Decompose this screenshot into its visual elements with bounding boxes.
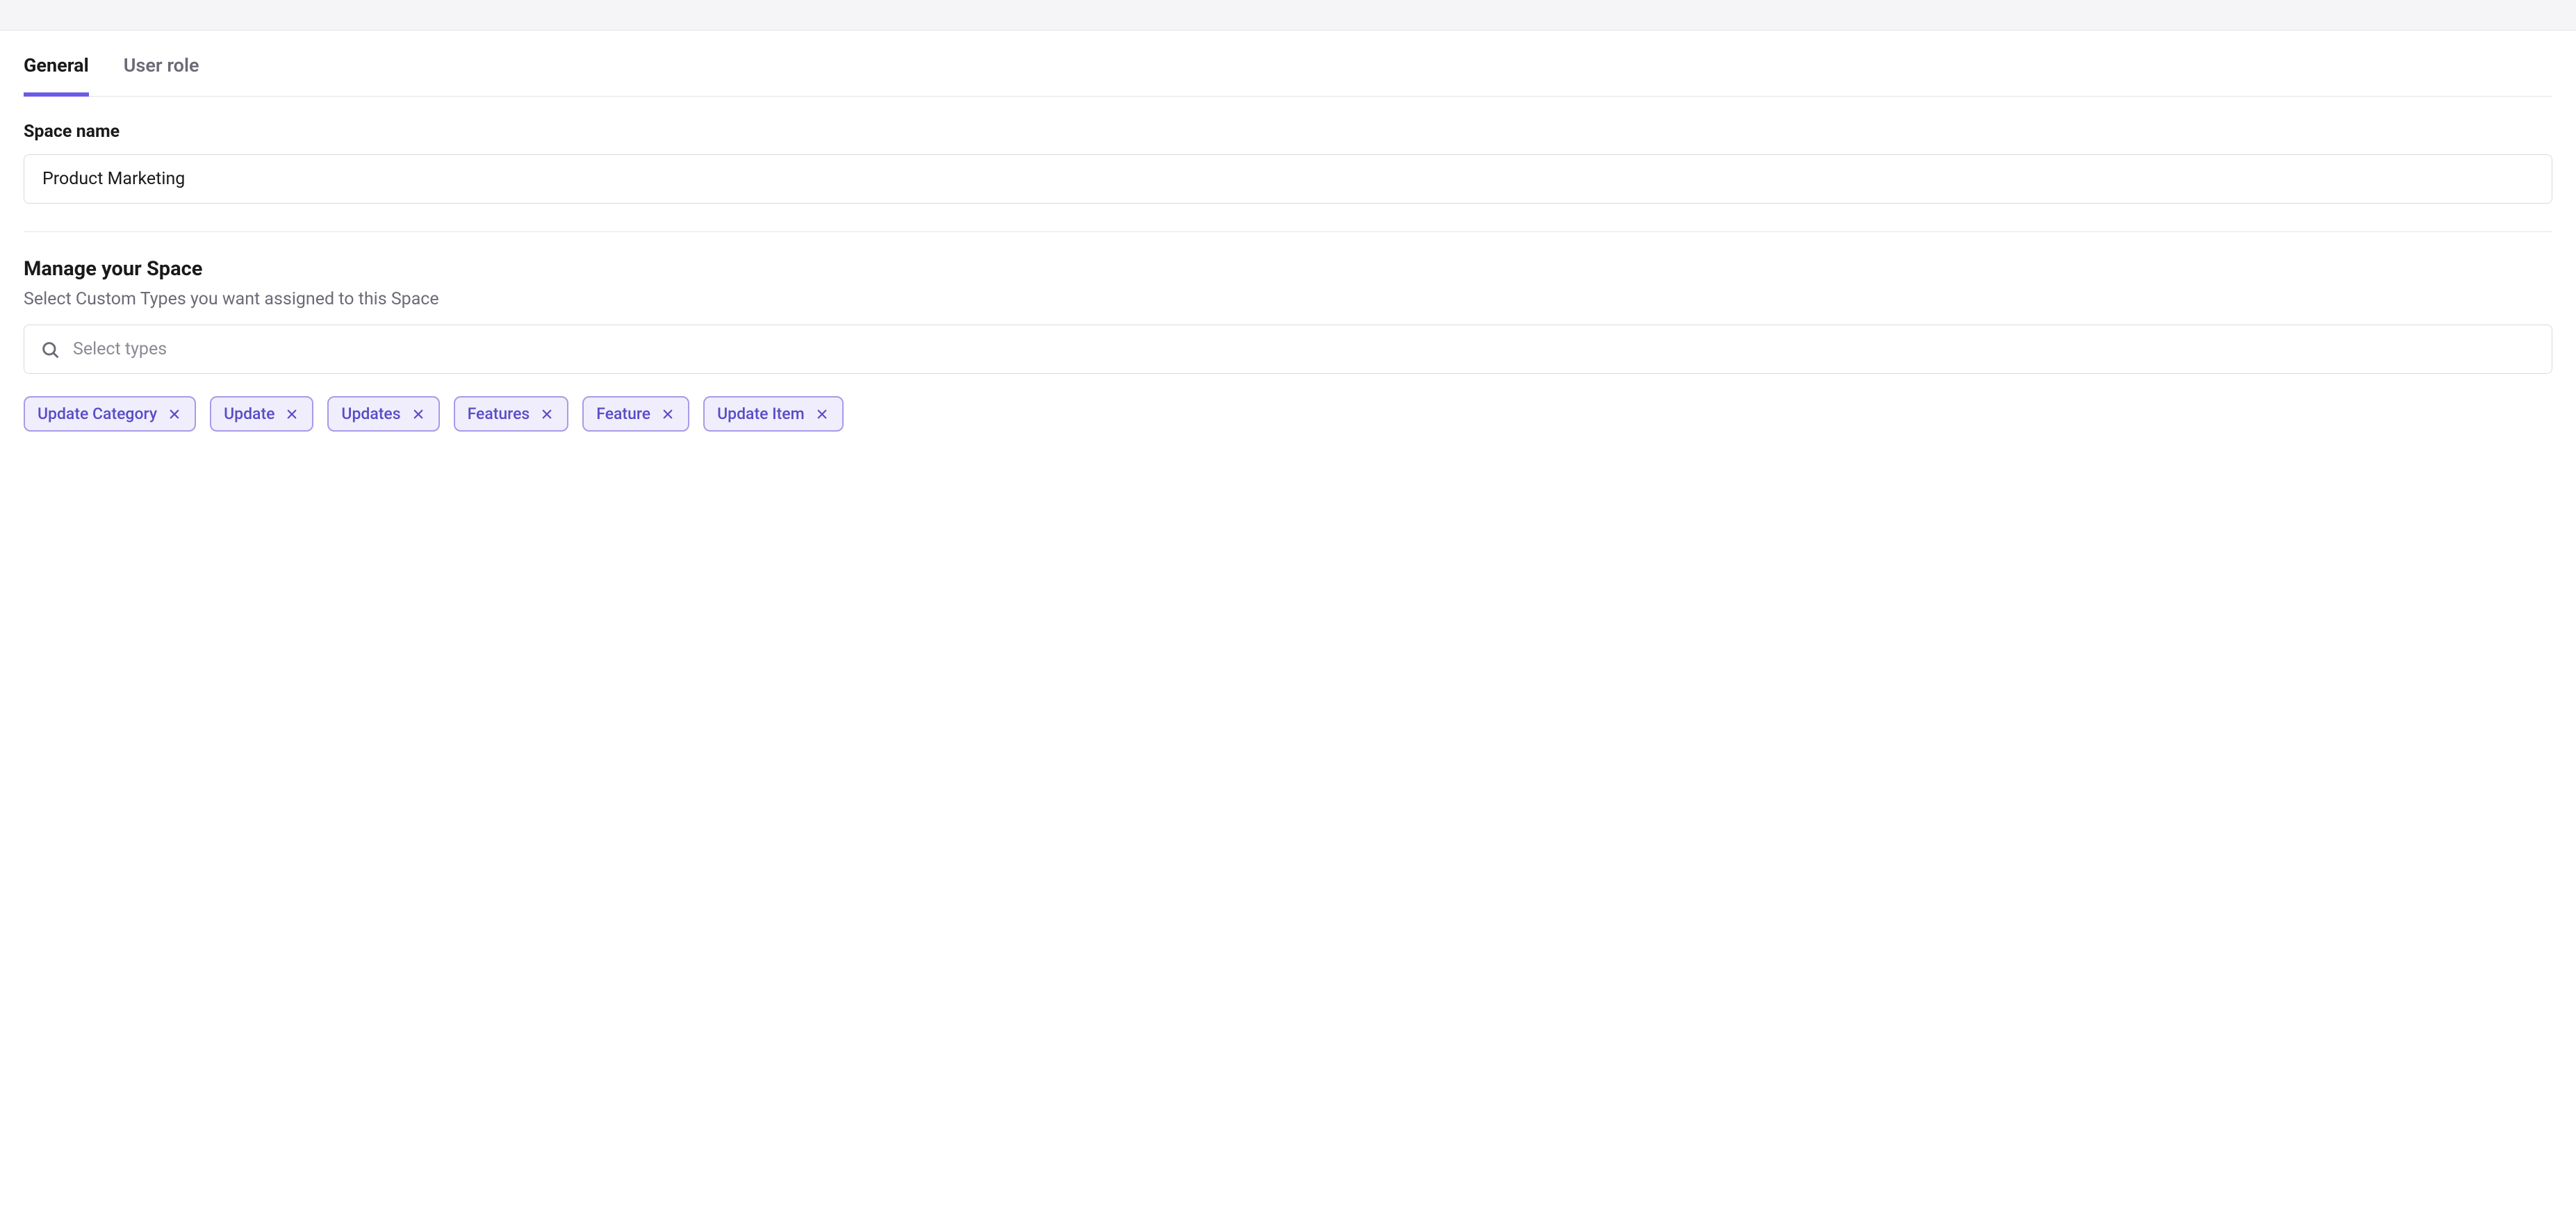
tab-label: General: [24, 54, 89, 76]
tab-user-role[interactable]: User role: [124, 43, 199, 96]
selected-types-chips: Update Category Update Updates Features Feat…: [24, 396, 2552, 432]
type-chip-label: Features: [468, 404, 530, 423]
close-icon[interactable]: [814, 407, 830, 422]
top-bar: [0, 0, 2576, 31]
section-divider: [24, 231, 2552, 232]
tab-general[interactable]: General: [24, 43, 89, 96]
manage-space-heading: Manage your Space: [24, 257, 2552, 281]
space-name-input[interactable]: [24, 154, 2552, 204]
type-chip: Update Item: [703, 396, 844, 432]
type-chip-label: Update: [224, 404, 274, 423]
main-content: General User role Space name Manage your…: [0, 43, 2576, 432]
type-chip-label: Update Category: [38, 404, 157, 423]
close-icon[interactable]: [660, 407, 675, 422]
type-chip: Update Category: [24, 396, 196, 432]
space-name-label: Space name: [24, 122, 2552, 142]
tab-label: User role: [124, 54, 199, 76]
type-chip: Features: [454, 396, 569, 432]
close-icon[interactable]: [411, 407, 426, 422]
type-chip: Update: [210, 396, 313, 432]
type-chip: Updates: [327, 396, 439, 432]
type-chip: Feature: [582, 396, 689, 432]
types-search-wrapper: [24, 325, 2552, 374]
type-chip-label: Feature: [596, 404, 650, 423]
manage-space-subtext: Select Custom Types you want assigned to…: [24, 289, 2552, 309]
type-chip-label: Updates: [341, 404, 400, 423]
type-chip-label: Update Item: [717, 404, 805, 423]
tabs-container: General User role: [24, 43, 2552, 97]
close-icon[interactable]: [539, 407, 555, 422]
types-search-input[interactable]: [24, 325, 2552, 374]
close-icon[interactable]: [284, 407, 300, 422]
close-icon[interactable]: [167, 407, 182, 422]
